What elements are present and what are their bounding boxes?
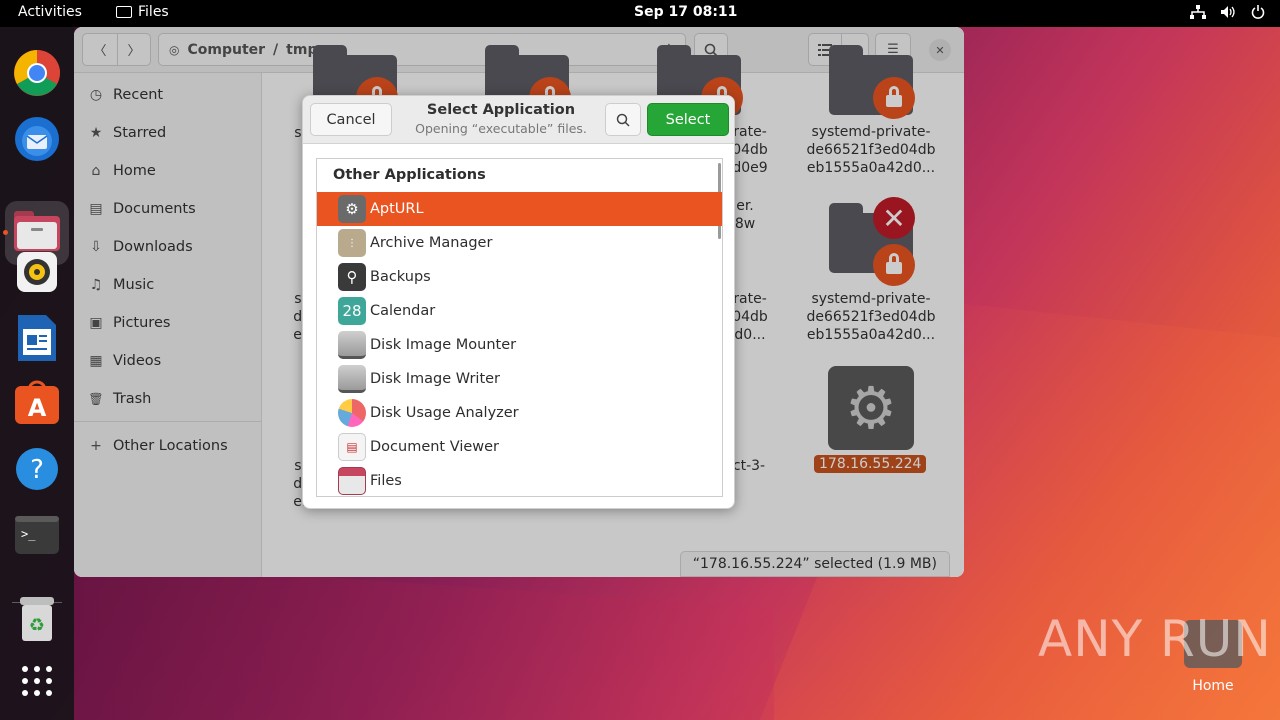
- app-label: Disk Image Mounter: [370, 337, 517, 353]
- dock: A ? >_ ♻: [0, 27, 74, 720]
- select-application-dialog: Cancel Select Application Opening “execu…: [302, 95, 735, 509]
- app-menu[interactable]: Files: [116, 4, 169, 20]
- folder-icon: [116, 6, 132, 18]
- terminal-icon[interactable]: >_: [13, 511, 61, 559]
- app-row-document-viewer[interactable]: ▤ Document Viewer: [317, 430, 722, 464]
- app-row-apturl[interactable]: ⚙ AptURL: [317, 192, 722, 226]
- app-row-files[interactable]: Files: [317, 464, 722, 496]
- app-label: Disk Image Writer: [370, 371, 501, 387]
- app-row-disk-usage-analyzer[interactable]: Disk Usage Analyzer: [317, 396, 722, 430]
- app-label: AptURL: [370, 201, 424, 217]
- app-row-calendar[interactable]: 28 Calendar: [317, 294, 722, 328]
- app-row-disk-image-mounter[interactable]: Disk Image Mounter: [317, 328, 722, 362]
- svg-text:?: ?: [30, 455, 44, 485]
- app-row-archive-manager[interactable]: ⋮ Archive Manager: [317, 226, 722, 260]
- app-label: Files: [370, 473, 402, 489]
- running-indicator: [3, 230, 8, 235]
- trash-icon[interactable]: ♻: [13, 595, 61, 643]
- app-label: Document Viewer: [370, 439, 500, 455]
- app-label: Disk Usage Analyzer: [370, 405, 519, 421]
- dialog-subtitle: Opening “executable” files.: [415, 121, 587, 136]
- cancel-button[interactable]: Cancel: [310, 103, 392, 136]
- thunderbird-icon[interactable]: [13, 115, 61, 163]
- backup-icon: ⚲: [338, 263, 366, 291]
- disk-icon: [338, 365, 366, 393]
- volume-icon[interactable]: [1220, 4, 1236, 20]
- clock[interactable]: Sep 17 08:11: [634, 4, 737, 20]
- watermark-logo: ANY RUN: [1038, 610, 1272, 668]
- archive-icon: ⋮: [338, 229, 366, 257]
- power-icon[interactable]: [1250, 4, 1266, 20]
- top-bar: Activities Files Sep 17 08:11: [0, 0, 1280, 27]
- search-icon: [616, 113, 630, 127]
- app-label: Archive Manager: [370, 235, 493, 251]
- desktop-home-label[interactable]: Home: [1178, 678, 1248, 694]
- dialog-header: Cancel Select Application Opening “execu…: [303, 96, 734, 144]
- svg-text:>_: >_: [21, 527, 36, 541]
- activities-button[interactable]: Activities: [18, 4, 82, 20]
- svg-text:A: A: [28, 394, 47, 422]
- help-icon[interactable]: ?: [13, 445, 61, 493]
- application-list[interactable]: Other Applications ⚙ AptURL ⋮ Archive Ma…: [316, 158, 723, 497]
- app-name: Files: [138, 4, 169, 20]
- app-center-icon[interactable]: A: [13, 378, 61, 426]
- disk-icon: [338, 331, 366, 359]
- show-apps-icon[interactable]: [13, 657, 61, 705]
- document-viewer-icon: ▤: [338, 433, 366, 461]
- system-tray[interactable]: [1190, 4, 1266, 20]
- files-icon: [338, 467, 366, 495]
- svg-text:♻: ♻: [29, 615, 45, 636]
- gear-icon: ⚙: [338, 195, 366, 223]
- app-label: Calendar: [370, 303, 436, 319]
- select-button[interactable]: Select: [647, 103, 729, 136]
- dialog-search-button[interactable]: [605, 103, 641, 136]
- writer-icon[interactable]: [13, 314, 61, 362]
- rhythmbox-icon[interactable]: [13, 248, 61, 296]
- app-row-backups[interactable]: ⚲ Backups: [317, 260, 722, 294]
- dialog-title: Select Application: [426, 102, 576, 118]
- chrome-icon[interactable]: [13, 49, 61, 97]
- wallpaper-shape: [74, 560, 774, 720]
- network-icon[interactable]: [1190, 4, 1206, 20]
- app-label: Backups: [370, 269, 431, 285]
- list-heading: Other Applications: [333, 167, 486, 183]
- app-row-disk-image-writer[interactable]: Disk Image Writer: [317, 362, 722, 396]
- calendar-icon: 28: [338, 297, 366, 325]
- pie-icon: [338, 399, 366, 427]
